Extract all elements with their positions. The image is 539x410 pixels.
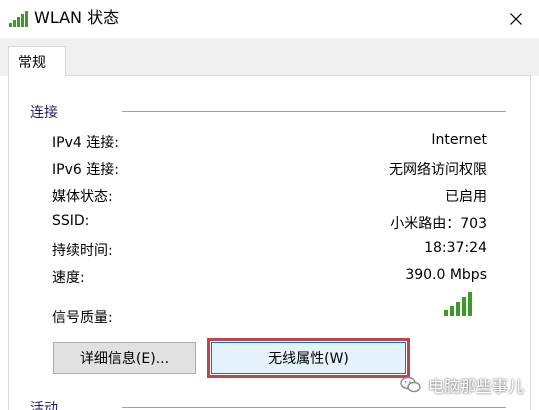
wifi-signal-icon (9, 11, 29, 31)
wireless-properties-button[interactable]: 无线属性(W) (207, 338, 410, 378)
close-button[interactable] (493, 0, 539, 38)
title-bar: WLAN 状态 (0, 0, 539, 38)
ssid-value: 小米路由：703 (390, 216, 487, 232)
tab-general[interactable]: 常规 (8, 46, 66, 77)
signal-strength-icon (444, 292, 474, 316)
ipv4-label: IPv4 连接: (52, 135, 119, 151)
wechat-icon (400, 376, 422, 394)
media-state-label: 媒体状态: (52, 189, 113, 205)
section-divider-connection (122, 111, 506, 112)
ipv6-label: IPv6 连接: (52, 162, 119, 178)
duration-label: 持续时间: (52, 243, 113, 259)
signal-quality-label: 信号质量: (52, 310, 113, 326)
wlan-status-dialog: WLAN 状态 常规 连接 IPv4 连接: Internet IPv6 连接:… (0, 0, 539, 410)
media-state-value: 已启用 (445, 189, 487, 205)
watermark-text: 电脑那些事儿 (428, 377, 525, 396)
duration-value: 18:37:24 (424, 240, 487, 256)
section-divider-activity (122, 407, 506, 408)
close-icon (510, 10, 522, 29)
watermark: 电脑那些事儿 (400, 372, 524, 398)
details-button[interactable]: 详细信息(E)... (53, 342, 196, 374)
speed-value: 390.0 Mbps (405, 267, 487, 283)
speed-label: 速度: (52, 270, 85, 286)
section-title-connection: 连接 (30, 105, 58, 121)
tab-strip: 常规 (0, 38, 539, 77)
ssid-label: SSID: (52, 213, 90, 229)
ipv4-value: Internet (431, 132, 487, 148)
ipv6-value: 无网络访问权限 (389, 162, 487, 178)
window-title: WLAN 状态 (34, 8, 120, 27)
section-title-activity: 活动 (30, 401, 58, 410)
